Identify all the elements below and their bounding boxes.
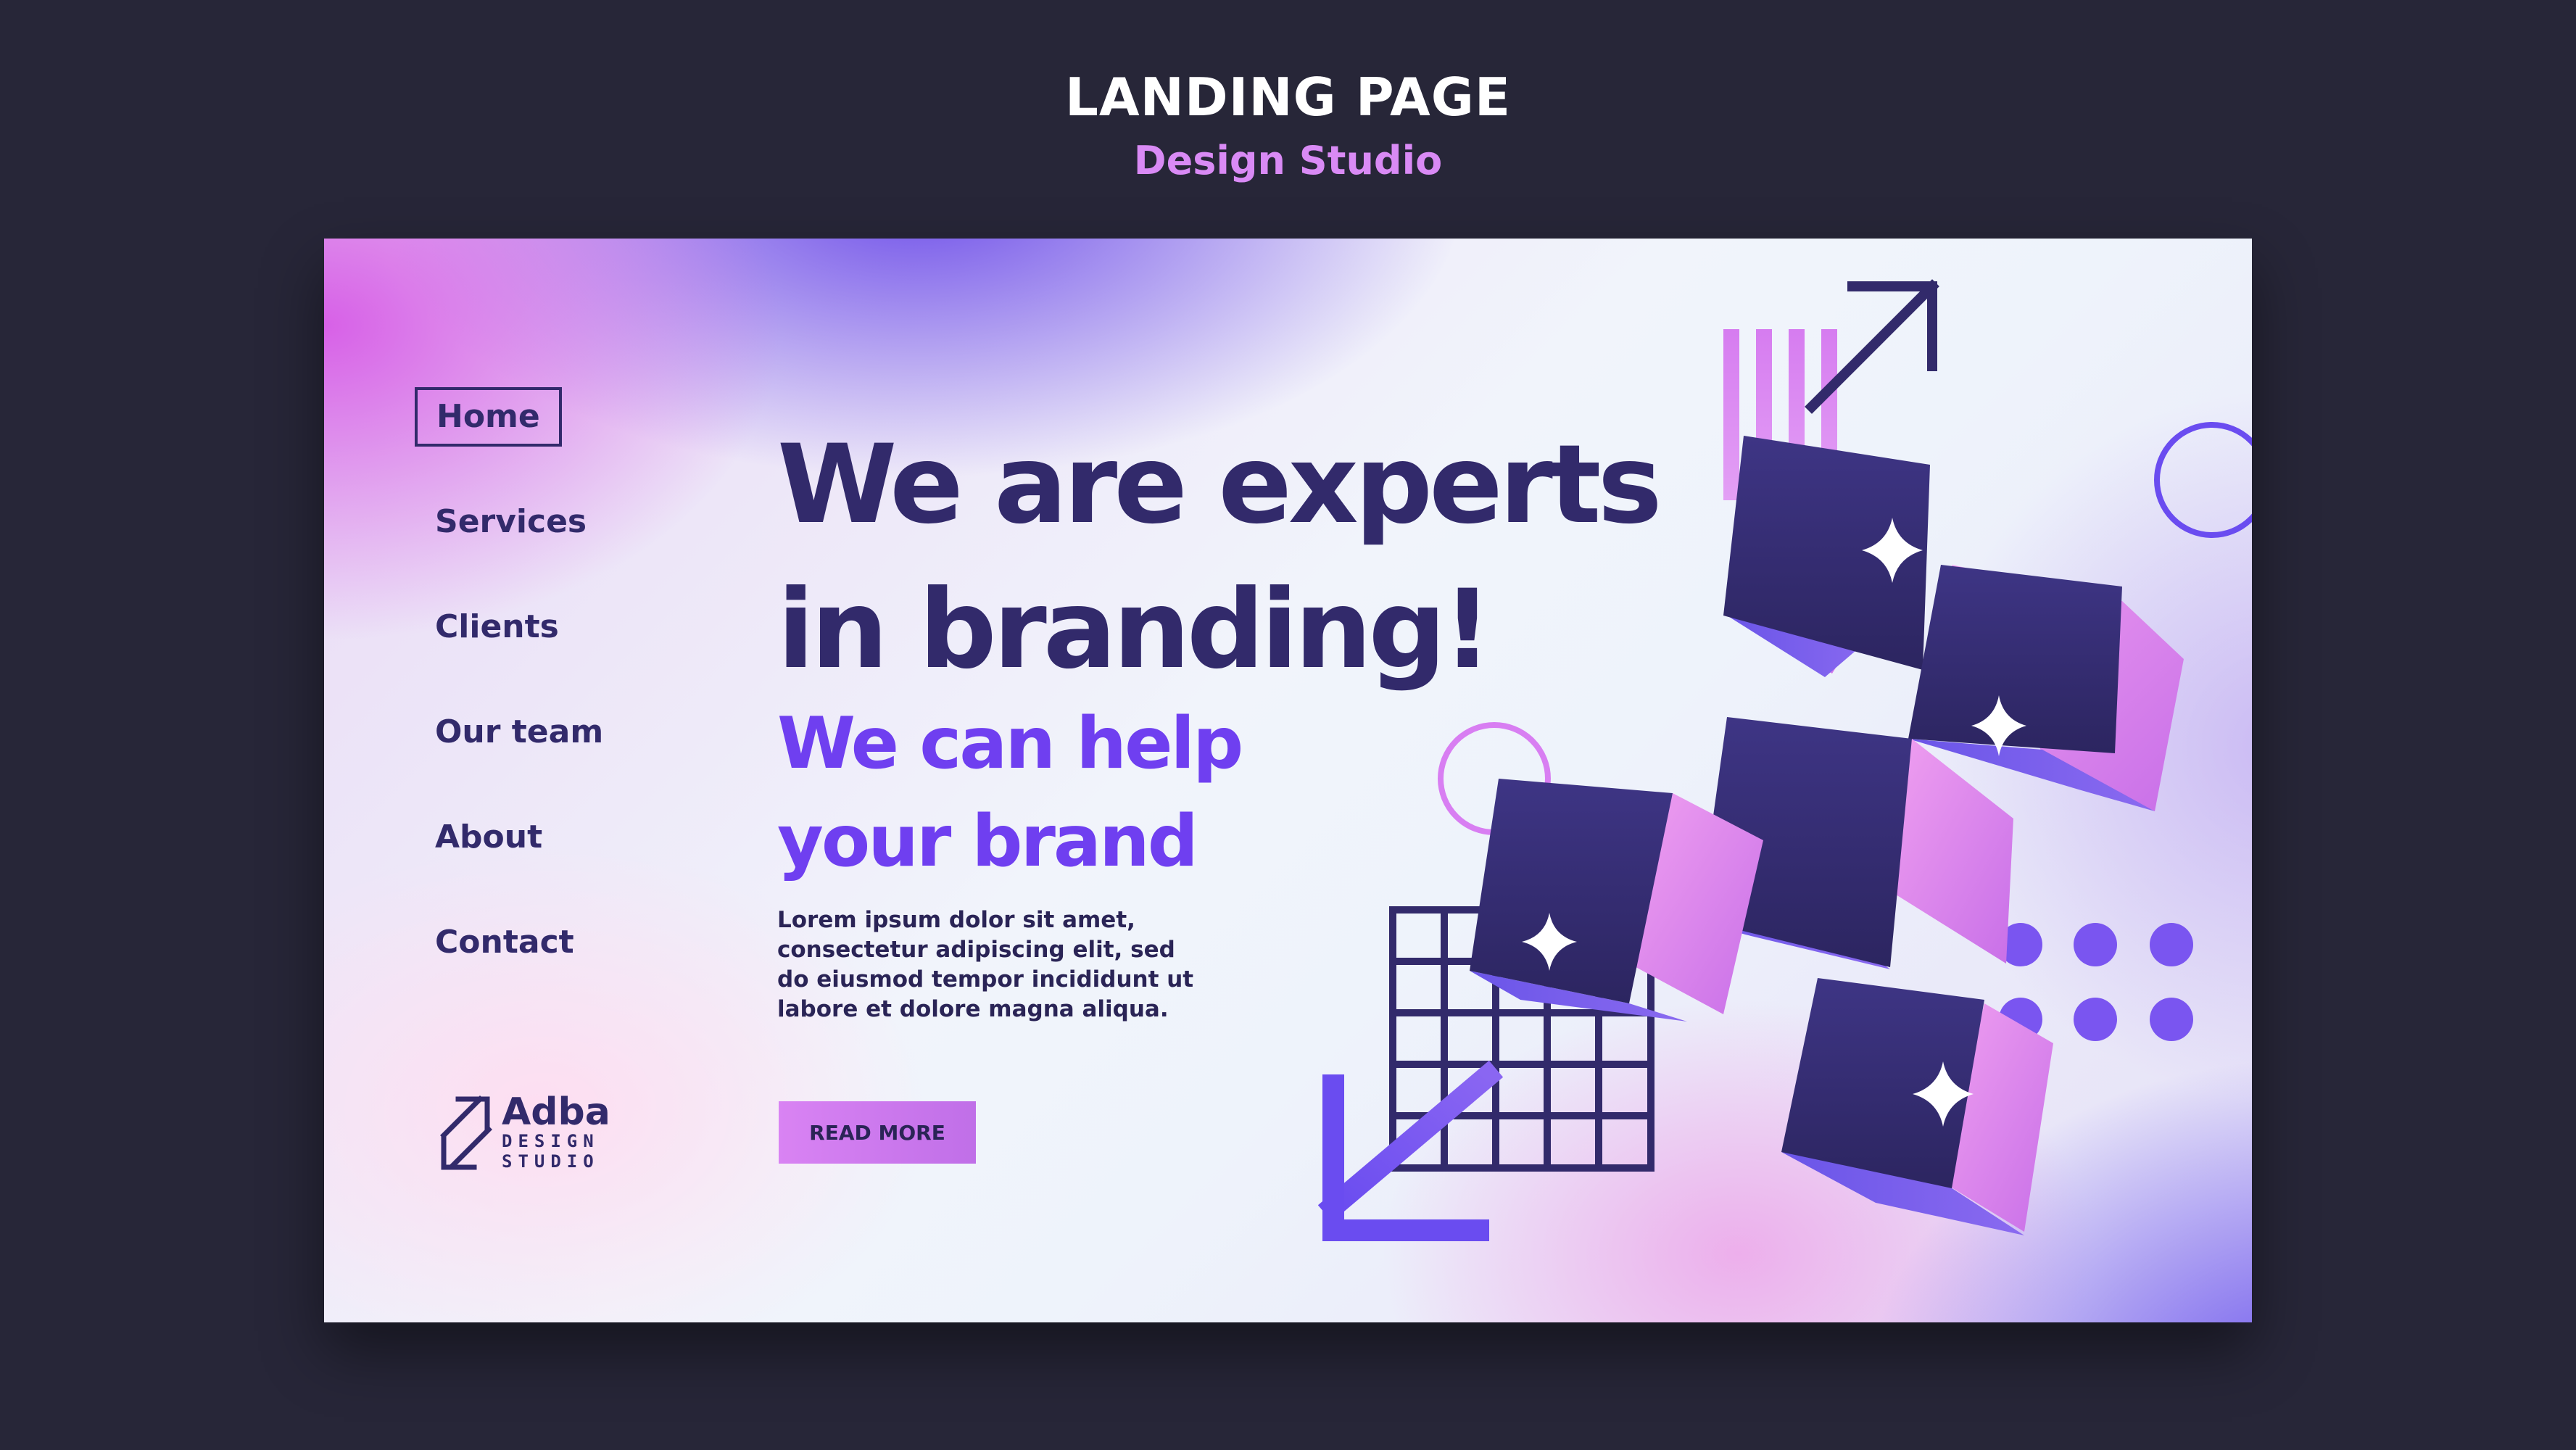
landing-card: Home Services Clients Our team About Con…	[324, 239, 2252, 1322]
logo-subtitle-line1: DESIGN	[502, 1131, 600, 1151]
hero-body-line3: do eiusmod tempor incididunt ut	[777, 966, 1194, 993]
dots-decoration	[1999, 923, 2193, 1041]
nav-item-contact[interactable]: Contact	[415, 913, 624, 972]
logo-name: Adba	[502, 1090, 610, 1134]
main-nav: Home Services Clients Our team About Con…	[415, 387, 624, 1018]
page-title: LANDING PAGE	[1065, 67, 1511, 128]
nav-item-clients[interactable]: Clients	[415, 597, 624, 657]
stage: LANDING PAGE Design Studio Home Services…	[0, 0, 2576, 1450]
read-more-button[interactable]: READ MORE	[779, 1101, 976, 1164]
hero-headline: We are experts in branding!	[777, 413, 1865, 703]
nav-item-our-team[interactable]: Our team	[415, 703, 624, 762]
hero-body-line4: labore et dolore magna aliqua.	[777, 996, 1169, 1022]
hero-body-line1: Lorem ipsum dolor sit amet,	[777, 907, 1135, 933]
arrow-down-left-icon	[1317, 1060, 1504, 1241]
hero-body-text: Lorem ipsum dolor sit amet, consectetur …	[777, 906, 1227, 1024]
logo-arrows-icon	[440, 1095, 492, 1170]
logo-text: Adba DESIGN STUDIO	[502, 1093, 610, 1172]
nav-item-home[interactable]: Home	[415, 387, 562, 447]
circle-outline-right	[2154, 422, 2252, 538]
page-subtitle: Design Studio	[1133, 138, 1443, 183]
nav-item-about[interactable]: About	[415, 808, 624, 867]
studio-logo[interactable]: Adba DESIGN STUDIO	[438, 1092, 610, 1173]
hero-subheadline: We can help your brand	[777, 695, 1430, 891]
hero-headline-line1: We are experts	[777, 422, 1662, 548]
hero-subheadline-line1: We can help	[777, 703, 1243, 785]
nav-item-services[interactable]: Services	[415, 492, 624, 552]
logo-subtitle-line2: STUDIO	[502, 1151, 600, 1172]
hero-headline-line2: in branding!	[777, 567, 1492, 693]
hero-subheadline-line2: your brand	[777, 800, 1198, 883]
hero-body-line2: consectetur adipiscing elit, sed	[777, 937, 1175, 963]
